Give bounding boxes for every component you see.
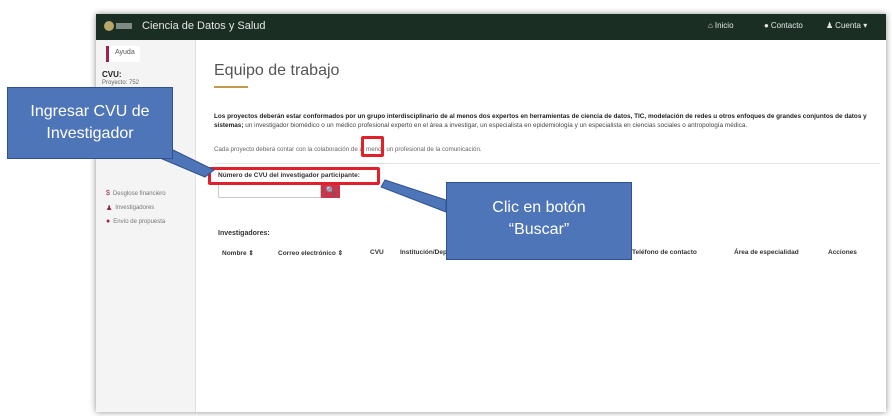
column-header-acciones: Acciones bbox=[828, 249, 857, 256]
project-label: Proyecto: 752 bbox=[102, 80, 140, 86]
column-header-correo[interactable]: Correo electrónico ⇕ bbox=[278, 249, 343, 257]
column-header-telefono: Teléfono de contacto bbox=[632, 249, 697, 256]
chat-icon: ● bbox=[764, 21, 769, 30]
page-title: Equipo de trabajo bbox=[214, 62, 340, 79]
intro-text: Los proyectos deberán estar conformados … bbox=[214, 112, 880, 130]
search-icon: 🔍 bbox=[325, 186, 336, 195]
divider bbox=[214, 163, 880, 164]
nav-inicio[interactable]: ⌂ Inicio bbox=[708, 21, 734, 30]
app-title: Ciencia de Datos y Salud bbox=[142, 20, 266, 32]
home-icon: ⌂ bbox=[708, 21, 713, 30]
help-tab[interactable]: Ayuda bbox=[106, 46, 140, 62]
sidebar-item-label: Investigadores bbox=[115, 205, 155, 211]
search-button[interactable]: 🔍 bbox=[321, 183, 340, 198]
search-button-highlight bbox=[361, 136, 384, 157]
nav-cuenta-label: Cuenta ▾ bbox=[835, 21, 868, 30]
callout-line: Investigador bbox=[46, 125, 134, 142]
nav-contacto-label: Contacto bbox=[770, 21, 803, 30]
callout-line: “Buscar” bbox=[508, 221, 570, 238]
investigators-label: Investigadores: bbox=[218, 230, 270, 237]
sidebar-item-label: Desglose financiero bbox=[112, 190, 166, 197]
title-underline bbox=[214, 86, 248, 88]
cvu-search-input[interactable] bbox=[218, 183, 321, 198]
nav-inicio-label: Inicio bbox=[714, 21, 734, 30]
sidebar-item-desglose[interactable]: $ Desglose financiero bbox=[106, 190, 166, 197]
user-icon: ♟ bbox=[826, 21, 834, 30]
column-header-cvu: CVU bbox=[370, 249, 384, 256]
nav-contacto[interactable]: ● Contacto bbox=[764, 21, 803, 30]
search-field-highlight bbox=[208, 167, 380, 185]
sidebar-item-envio[interactable]: ● Envío de propuesta bbox=[106, 218, 165, 225]
callout-line: Clic en botón bbox=[492, 199, 586, 216]
intro-rest: un investigador biomédico o un médico pr… bbox=[243, 122, 748, 129]
callout-clic-buscar: Clic en botón “Buscar” bbox=[446, 182, 632, 260]
sidebar-item-label: Envío de propuesta bbox=[113, 218, 166, 225]
user-group-icon: ♟ bbox=[106, 205, 113, 212]
callout-ingresar-cvu: Ingresar CVU de Investigador bbox=[7, 87, 173, 159]
cvu-label: CVU: bbox=[102, 70, 122, 79]
nav-cuenta[interactable]: ♟ Cuenta ▾ bbox=[826, 21, 867, 30]
circle-icon: ● bbox=[106, 218, 111, 225]
dollar-icon: $ bbox=[106, 190, 110, 197]
sidebar-item-investigadores[interactable]: ♟ Investigadores bbox=[106, 204, 154, 212]
top-navbar: Ciencia de Datos y Salud ⌂ Inicio ● Cont… bbox=[96, 14, 886, 40]
communication-note: Cada proyecto deberá contar con la colab… bbox=[214, 146, 482, 153]
callout-line: Ingresar CVU de bbox=[30, 103, 150, 120]
government-logo bbox=[104, 20, 134, 32]
column-header-area: Área de especialidad bbox=[734, 249, 799, 256]
column-header-nombre[interactable]: Nombre ⇕ bbox=[222, 249, 254, 257]
